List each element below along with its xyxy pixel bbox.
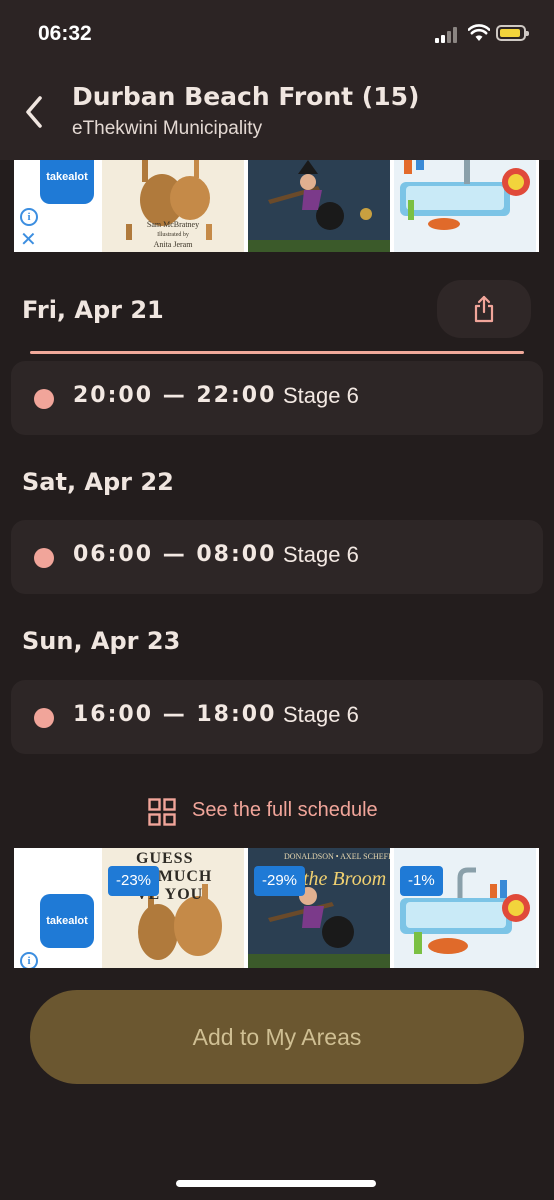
ad-product-book-1[interactable]: GUESS W MUCH VE YOU -23% [102, 848, 244, 968]
close-icon[interactable]: ✕ [20, 229, 37, 249]
ad-product-book-1[interactable]: Sam McBratney Illustrated by Anita Jeram [102, 160, 244, 252]
signal-icon [435, 27, 461, 43]
slot-stage: Stage 6 [283, 383, 359, 408]
add-to-my-areas-button[interactable]: Add to My Areas [30, 990, 524, 1084]
ad-book-illustrated: Illustrated by [157, 232, 189, 238]
slot-time-range: 20:00 — 22:00 [73, 383, 277, 408]
ad-product-book-2[interactable] [248, 160, 390, 252]
status-dot [34, 708, 54, 728]
slot-time-range: 06:00 — 08:00 [73, 542, 277, 567]
page-title: Durban Beach Front (15) [72, 82, 420, 111]
status-time: 06:32 [38, 22, 92, 45]
app-header: Durban Beach Front (15) eThekwini Munici… [0, 64, 554, 160]
ad-banner-top[interactable]: takealot i ✕ Sam McBratney Illustrated b… [14, 160, 539, 252]
day-label-sun: Sun, Apr 23 [22, 627, 181, 655]
info-icon[interactable]: i [20, 952, 38, 968]
wifi-icon [468, 24, 490, 41]
discount-badge: -1% [400, 866, 443, 896]
discount-badge: -23% [108, 866, 160, 896]
full-schedule-link[interactable]: See the full schedule [148, 796, 428, 828]
ad-book-illustrator: Anita Jeram [153, 240, 193, 249]
ad-product-toy[interactable] [394, 160, 536, 252]
slot-time-range: 16:00 — 18:00 [73, 702, 277, 727]
status-bar: 06:32 [0, 0, 554, 64]
day-divider [30, 351, 524, 354]
ad-banner-bottom[interactable]: takealot i GUESS W MUCH VE YOU -23% DONA… [14, 848, 539, 968]
day-label-sat: Sat, Apr 22 [22, 468, 174, 496]
discount-badge: -29% [254, 866, 306, 896]
grid-icon [148, 798, 176, 826]
outage-slot[interactable]: 20:00 — 22:00 Stage 6 [11, 361, 543, 435]
ad-product-book-2[interactable]: DONALDSON • AXEL SCHEFFLER n the Broom -… [248, 848, 390, 968]
ad-book-authors: DONALDSON • AXEL SCHEFFLER [284, 852, 390, 861]
outage-slot[interactable]: 06:00 — 08:00 Stage 6 [11, 520, 543, 594]
page-subtitle: eThekwini Municipality [72, 118, 263, 139]
chevron-left-icon[interactable] [20, 94, 48, 130]
share-icon [474, 295, 494, 323]
ad-book-author: Sam McBratney [146, 220, 200, 229]
takealot-logo[interactable]: takealot [40, 160, 94, 204]
status-dot [34, 548, 54, 568]
ad-product-toy[interactable]: -1% [394, 848, 536, 968]
share-button[interactable] [437, 280, 531, 338]
takealot-logo[interactable]: takealot [40, 894, 94, 948]
home-indicator[interactable] [176, 1180, 376, 1187]
day-label-fri: Fri, Apr 21 [22, 296, 164, 324]
outage-slot[interactable]: 16:00 — 18:00 Stage 6 [11, 680, 543, 754]
slot-stage: Stage 6 [283, 542, 359, 567]
slot-stage: Stage 6 [283, 702, 359, 727]
info-icon[interactable]: i [20, 208, 38, 226]
status-dot [34, 389, 54, 409]
battery-icon [496, 25, 529, 41]
full-schedule-label: See the full schedule [192, 799, 378, 821]
